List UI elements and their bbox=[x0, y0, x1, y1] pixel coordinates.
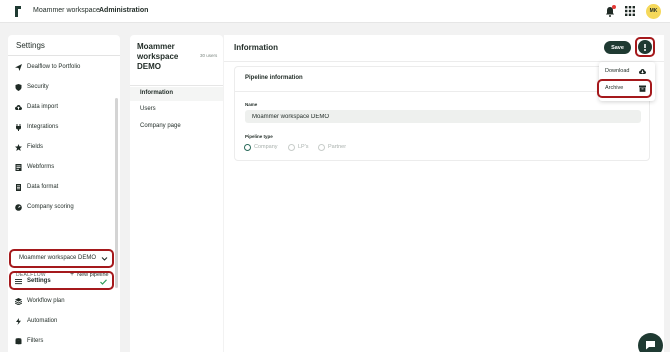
radio-dot bbox=[244, 144, 251, 151]
tab-information[interactable]: Information bbox=[130, 87, 223, 101]
sidebar-item-label: Security bbox=[27, 84, 49, 90]
sidebar-item-label: Webforms bbox=[27, 164, 55, 170]
tab-label: Users bbox=[140, 106, 156, 112]
sidebar-item-data-import[interactable]: Data import bbox=[8, 100, 116, 116]
gauge-icon bbox=[15, 204, 22, 211]
sidebar-item-security[interactable]: Security bbox=[8, 80, 116, 96]
users-count: 30 users bbox=[200, 53, 218, 58]
radio-dot bbox=[288, 144, 295, 151]
form-icon bbox=[15, 164, 22, 171]
workspace-title: Moammer workspace DEMO bbox=[137, 42, 179, 71]
sidebar-item-label: Company scoring bbox=[27, 204, 74, 210]
divider bbox=[8, 55, 120, 56]
cloud-download-icon bbox=[639, 69, 646, 74]
sidebar-item-label: Data import bbox=[27, 104, 59, 110]
sidebar-item-fields[interactable]: Fields bbox=[8, 140, 116, 156]
menu-item-label: Download bbox=[605, 68, 630, 74]
notification-dot bbox=[612, 5, 616, 9]
highlight-ring-pipeline-select bbox=[9, 249, 114, 268]
sidebar-item-label: Fields bbox=[27, 144, 44, 150]
database-icon bbox=[15, 338, 22, 345]
shield-icon bbox=[15, 84, 22, 91]
radio-dot bbox=[318, 144, 325, 151]
sidebar-item-label: Workflow plan bbox=[27, 298, 65, 304]
workspace-panel: Moammer workspace DEMO 30 users Informat… bbox=[130, 35, 223, 352]
tab-users[interactable]: Users bbox=[130, 103, 223, 117]
section-title: Administration bbox=[99, 7, 149, 14]
sidebar-item-label: Data format bbox=[27, 184, 59, 190]
divider bbox=[235, 91, 649, 92]
sidebar-item-integrations[interactable]: Integrations bbox=[8, 120, 116, 136]
chat-icon bbox=[646, 341, 655, 350]
settings-sidebar: Settings Dealflow to Portfolio Security … bbox=[8, 35, 120, 352]
workspace-name[interactable]: Moammer workspace bbox=[33, 7, 100, 14]
pipeline-information-card: Pipeline information Name Pipeline type bbox=[234, 66, 650, 161]
radio-label: LP's bbox=[298, 144, 309, 150]
layers-icon bbox=[15, 298, 22, 305]
name-field-label: Name bbox=[245, 102, 258, 107]
sidebar-item-filters[interactable]: Filters bbox=[8, 334, 116, 350]
divider bbox=[130, 85, 223, 86]
page-title: Information bbox=[234, 43, 278, 52]
avatar[interactable]: MK bbox=[646, 4, 661, 19]
menu-item-download[interactable]: Download bbox=[599, 65, 655, 79]
sidebar-title: Settings bbox=[16, 41, 45, 50]
highlight-ring-more-button bbox=[635, 37, 655, 57]
name-field[interactable] bbox=[245, 110, 641, 123]
sidebar-item-label: Filters bbox=[27, 338, 44, 344]
pipeline-type-label: Pipeline type bbox=[245, 134, 273, 139]
save-button[interactable]: Save bbox=[604, 41, 631, 54]
sidebar-item-label: Integrations bbox=[27, 124, 59, 130]
tab-company-page[interactable]: Company page bbox=[130, 120, 223, 134]
sidebar-item-data-format[interactable]: Data format bbox=[8, 180, 116, 196]
divider bbox=[224, 61, 664, 62]
sidebar-item-workflow-plan[interactable]: Workflow plan bbox=[8, 294, 116, 310]
app-logo-icon[interactable] bbox=[14, 6, 22, 17]
chat-launcher-button[interactable] bbox=[638, 333, 663, 352]
highlight-ring-settings-item bbox=[9, 271, 114, 290]
sidebar-item-automation[interactable]: Automation bbox=[8, 314, 116, 330]
card-title: Pipeline information bbox=[245, 75, 303, 81]
sidebar-item-label: Automation bbox=[27, 318, 58, 324]
apps-grid-icon[interactable] bbox=[625, 6, 635, 16]
cloud-upload-icon bbox=[15, 105, 22, 110]
tab-label: Company page bbox=[140, 123, 181, 129]
sidebar-item-company-scoring[interactable]: Company scoring bbox=[8, 200, 116, 216]
tab-label: Information bbox=[140, 90, 173, 96]
sidebar-item-dealflow-to-portfolio[interactable]: Dealflow to Portfolio bbox=[8, 60, 116, 76]
top-bar: Moammer workspace Administration MK bbox=[0, 0, 670, 23]
highlight-ring-archive bbox=[597, 79, 652, 98]
document-icon bbox=[16, 184, 21, 191]
plug-icon bbox=[16, 124, 21, 131]
send-icon bbox=[15, 64, 22, 71]
bolt-icon bbox=[16, 318, 21, 325]
radio-label: Partner bbox=[328, 144, 347, 150]
sidebar-item-label: Dealflow to Portfolio bbox=[27, 64, 81, 70]
radio-label: Company bbox=[254, 144, 278, 150]
star-icon bbox=[15, 144, 22, 151]
sidebar-scrollbar[interactable] bbox=[115, 98, 118, 288]
sidebar-item-webforms[interactable]: Webforms bbox=[8, 160, 116, 176]
